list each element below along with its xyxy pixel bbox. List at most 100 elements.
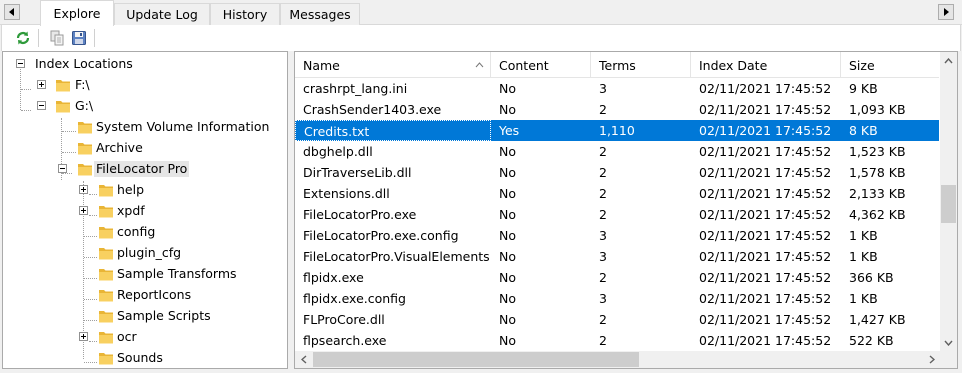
cell-index-date: 02/11/2021 17:45:52 — [699, 270, 832, 285]
table-row[interactable]: FLProCore.dll No 2 02/11/2021 17:45:52 1,427… — [295, 309, 939, 330]
column-header-label: Size — [849, 57, 875, 73]
save-icon — [72, 31, 86, 45]
cell-terms: 3 — [599, 291, 607, 306]
column-header-label: Name — [303, 57, 340, 73]
scroll-left-button[interactable] — [295, 351, 312, 368]
folder-open-icon — [78, 164, 92, 176]
cell-content: No — [499, 270, 516, 285]
tree-node-sounds[interactable]: Sounds — [3, 348, 283, 368]
cell-terms: 1,110 — [599, 123, 635, 138]
expand-icon[interactable] — [79, 332, 88, 341]
cell-terms: 2 — [599, 333, 607, 348]
index-locations-tree[interactable]: Index Locations F:\ G:\ System Volume In… — [2, 51, 288, 369]
cell-content: No — [499, 102, 516, 117]
tree-node-label: System Volume Information — [96, 119, 270, 134]
scroll-down-button[interactable] — [940, 334, 957, 351]
column-header-content[interactable]: Content — [491, 52, 591, 78]
tree-node-index-locations[interactable]: Index Locations — [3, 54, 283, 74]
table-row[interactable]: flpidx.exe.config No 3 02/11/2021 17:45:52 1… — [295, 288, 939, 309]
cell-terms: 3 — [599, 81, 607, 96]
table-row[interactable]: CrashSender1403.exe No 2 02/11/2021 17:45:5… — [295, 99, 939, 120]
tree-node-filelocator-pro[interactable]: FileLocator Pro — [3, 159, 283, 179]
cell-content: No — [499, 186, 516, 201]
expand-icon[interactable] — [79, 206, 88, 215]
chevron-right-icon — [929, 355, 935, 364]
collapse-icon[interactable] — [16, 59, 25, 68]
column-header-size[interactable]: Size — [841, 52, 939, 78]
collapse-icon[interactable] — [58, 164, 67, 173]
cell-name: flpidx.exe.config — [303, 291, 406, 306]
tree-node-label: config — [117, 224, 156, 239]
horizontal-scroll-thumb[interactable] — [313, 352, 639, 367]
table-row[interactable]: flpidx.exe No 2 02/11/2021 17:45:52 366 KB — [295, 267, 939, 288]
table-row[interactable]: DirTraverseLib.dll No 2 02/11/2021 17:45:52… — [295, 162, 939, 183]
cell-name: Extensions.dll — [303, 186, 390, 201]
toolbar-separator — [38, 29, 39, 47]
tree-node-config[interactable]: config — [3, 222, 283, 242]
table-row[interactable]: crashrpt_lang.ini No 3 02/11/2021 17:45:52 9… — [295, 78, 939, 99]
tab-scroll-right-button[interactable] — [938, 4, 954, 20]
cell-size: 4,362 KB — [849, 207, 906, 222]
tree-node-drive-f[interactable]: F:\ — [3, 75, 283, 95]
cell-terms: 3 — [599, 228, 607, 243]
tab-update-log[interactable]: Update Log — [114, 3, 210, 25]
tree-node-label: xpdf — [117, 203, 145, 218]
table-row[interactable]: Credits.txt Yes 1,110 02/11/2021 17:45:52 8 … — [295, 120, 939, 141]
scroll-right-button[interactable] — [923, 351, 940, 368]
tree-node-help[interactable]: help — [3, 180, 283, 200]
table-row[interactable]: flpsearch.exe No 2 02/11/2021 17:45:52 522 K… — [295, 330, 939, 351]
cell-terms: 2 — [599, 270, 607, 285]
vertical-scrollbar[interactable] — [940, 52, 957, 351]
tree-node-reporticons[interactable]: ReportIcons — [3, 285, 283, 305]
table-row[interactable]: FileLocatorPro.exe.config No 3 02/11/2021 1… — [295, 225, 939, 246]
cell-size: 1,523 KB — [849, 144, 906, 159]
cell-content: No — [499, 144, 516, 159]
tab-scroll-left-button[interactable] — [4, 4, 20, 20]
copy-button[interactable] — [48, 29, 66, 47]
tree-node-drive-g[interactable]: G:\ — [3, 96, 283, 116]
tree-node-label: ReportIcons — [117, 287, 192, 302]
chevron-up-icon — [944, 57, 953, 63]
column-header-name[interactable]: Name — [295, 52, 491, 78]
column-header-label: Index Date — [699, 57, 768, 73]
folder-icon — [99, 290, 113, 302]
expand-icon[interactable] — [79, 185, 88, 194]
vertical-scroll-thumb[interactable] — [941, 185, 956, 223]
tree-node-sample-transforms[interactable]: Sample Transforms — [3, 264, 283, 284]
cell-name: FileLocatorPro.exe.config — [303, 228, 459, 243]
horizontal-scrollbar[interactable] — [295, 351, 940, 368]
sort-ascending-icon — [475, 62, 484, 68]
cell-index-date: 02/11/2021 17:45:52 — [699, 312, 832, 327]
table-row[interactable]: FileLocatorPro.VisualElements... No 3 02/11… — [295, 246, 939, 267]
tree-node-system-volume-information[interactable]: System Volume Information — [3, 117, 283, 137]
cell-name: flpidx.exe — [303, 270, 364, 285]
cell-terms: 2 — [599, 207, 607, 222]
tab-history[interactable]: History — [210, 3, 280, 25]
tree-node-sample-scripts[interactable]: Sample Scripts — [3, 306, 283, 326]
cell-index-date: 02/11/2021 17:45:52 — [699, 228, 832, 243]
scrollbar-corner — [940, 351, 957, 368]
scroll-up-button[interactable] — [940, 52, 957, 69]
table-row[interactable]: Extensions.dll No 2 02/11/2021 17:45:52 2,13… — [295, 183, 939, 204]
tab-explore[interactable]: Explore — [40, 0, 114, 26]
tab-messages[interactable]: Messages — [280, 3, 360, 25]
collapse-icon[interactable] — [37, 101, 46, 110]
tree-node-xpdf[interactable]: xpdf — [3, 201, 283, 221]
triangle-left-icon — [9, 8, 14, 16]
cell-content: No — [499, 165, 516, 180]
table-row[interactable]: FileLocatorPro.exe No 2 02/11/2021 17:45:52… — [295, 204, 939, 225]
column-header-terms[interactable]: Terms — [591, 52, 691, 78]
file-list[interactable]: Name Content Terms Index Date Size crash… — [294, 51, 958, 369]
tree-node-ocr[interactable]: ocr — [3, 327, 283, 347]
tree-node-plugin-cfg[interactable]: plugin_cfg — [3, 243, 283, 263]
tree-node-archive[interactable]: Archive — [3, 138, 283, 158]
expand-icon[interactable] — [37, 80, 46, 89]
save-button[interactable] — [70, 29, 88, 47]
cell-content: No — [499, 81, 516, 96]
triangle-right-icon — [944, 8, 949, 16]
table-row[interactable]: dbghelp.dll No 2 02/11/2021 17:45:52 1,523 K… — [295, 141, 939, 162]
refresh-button[interactable] — [14, 29, 32, 47]
column-header-index-date[interactable]: Index Date — [691, 52, 841, 78]
cell-terms: 2 — [599, 165, 607, 180]
cell-index-date: 02/11/2021 17:45:52 — [699, 186, 832, 201]
